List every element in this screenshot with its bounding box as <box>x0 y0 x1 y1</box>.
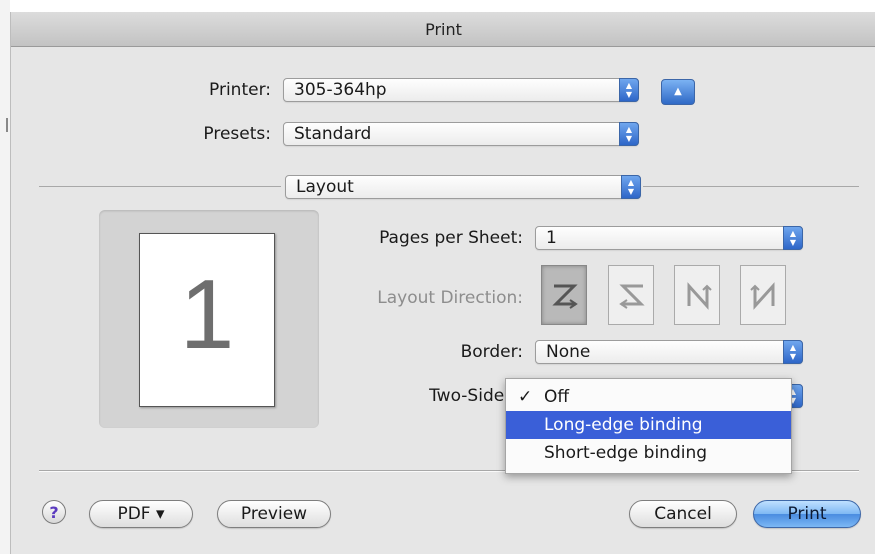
pages-per-sheet-label: Pages per Sheet: <box>379 228 523 248</box>
z-order-icon <box>552 284 578 309</box>
pages-per-sheet-value: 1 <box>546 228 557 248</box>
printer-popup[interactable]: 305-364hp ▲ ▼ <box>283 78 639 102</box>
page-preview: 1 <box>99 210 319 428</box>
expand-dialog-button[interactable]: ▲ <box>661 79 695 105</box>
border-popup[interactable]: None ▲ ▼ <box>535 340 803 364</box>
checkmark-icon: ✓ <box>518 387 533 407</box>
reverse-z-order-icon <box>619 284 645 309</box>
popup-arrows-icon: ▲ ▼ <box>619 122 639 146</box>
edge-mark <box>6 118 8 132</box>
panel-value: Layout <box>296 177 354 197</box>
preview-page: 1 <box>139 233 275 407</box>
printer-value: 305-364hp <box>294 80 387 100</box>
window-title: Print <box>425 20 462 39</box>
menu-item-label: Off <box>544 387 570 407</box>
popup-arrows-icon: ▲ ▼ <box>783 226 803 250</box>
border-label: Border: <box>460 342 523 362</box>
presets-popup[interactable]: Standard ▲ ▼ <box>283 122 639 146</box>
menu-item-label: Short-edge binding <box>544 443 708 463</box>
popup-arrows-icon: ▲ ▼ <box>783 340 803 364</box>
menu-item-short-edge[interactable]: Short-edge binding <box>506 439 791 467</box>
print-button[interactable]: Print <box>753 500 861 528</box>
menu-item-label: Long-edge binding <box>544 415 703 435</box>
title-bar: Print <box>11 12 875 47</box>
panel-popup[interactable]: Layout ▲ ▼ <box>285 175 641 199</box>
layout-direction-reverse-n[interactable] <box>740 265 786 325</box>
border-value: None <box>546 342 591 362</box>
popup-arrows-icon: ▲ ▼ <box>621 175 641 199</box>
printer-label: Printer: <box>209 80 271 100</box>
separator-right <box>643 186 859 187</box>
n-order-icon <box>687 282 712 310</box>
menu-item-long-edge[interactable]: Long-edge binding <box>506 411 791 439</box>
two-sided-menu: ✓ Off Long-edge binding Short-edge bindi… <box>505 378 792 474</box>
preview-page-number: 1 <box>179 259 235 369</box>
pdf-button[interactable]: PDF ▾ <box>89 500 193 528</box>
cancel-button[interactable]: Cancel <box>629 500 737 528</box>
menu-item-off[interactable]: ✓ Off <box>506 383 791 411</box>
presets-label: Presets: <box>203 124 271 144</box>
popup-arrows-icon: ▲ ▼ <box>619 78 639 102</box>
reverse-n-order-icon <box>750 282 775 310</box>
triangle-up-icon: ▲ <box>674 86 682 97</box>
layout-direction-n[interactable] <box>674 265 720 325</box>
help-button[interactable]: ? <box>42 500 66 524</box>
layout-direction-reverse-z[interactable] <box>608 265 654 325</box>
preview-button[interactable]: Preview <box>217 500 331 528</box>
left-window-edge <box>0 0 10 554</box>
separator-left <box>39 186 281 187</box>
layout-direction-label: Layout Direction: <box>377 288 523 308</box>
two-sided-label: Two-Sided <box>429 386 515 406</box>
layout-direction-z[interactable] <box>541 265 587 325</box>
pages-per-sheet-popup[interactable]: 1 ▲ ▼ <box>535 226 803 250</box>
presets-value: Standard <box>294 124 372 144</box>
